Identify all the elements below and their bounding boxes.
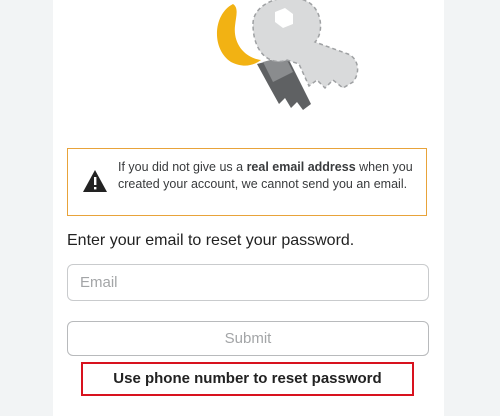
submit-button[interactable]: Submit: [67, 321, 429, 356]
notice-message: If you did not give us a real email addr…: [118, 159, 418, 193]
key-icon: [216, 0, 359, 110]
warning-icon: [83, 170, 107, 192]
notice-text-start: If you did not give us a: [118, 160, 247, 174]
email-input[interactable]: [67, 264, 429, 301]
email-notice: If you did not give us a real email addr…: [67, 148, 427, 216]
phone-reset-highlight: Use phone number to reset password: [81, 362, 414, 396]
reset-password-panel: If you did not give us a real email addr…: [53, 0, 444, 416]
reset-instruction: Enter your email to reset your password.: [67, 232, 355, 249]
notice-text-emphasis: real email address: [246, 160, 356, 174]
use-phone-number-link[interactable]: Use phone number to reset password: [83, 364, 412, 393]
